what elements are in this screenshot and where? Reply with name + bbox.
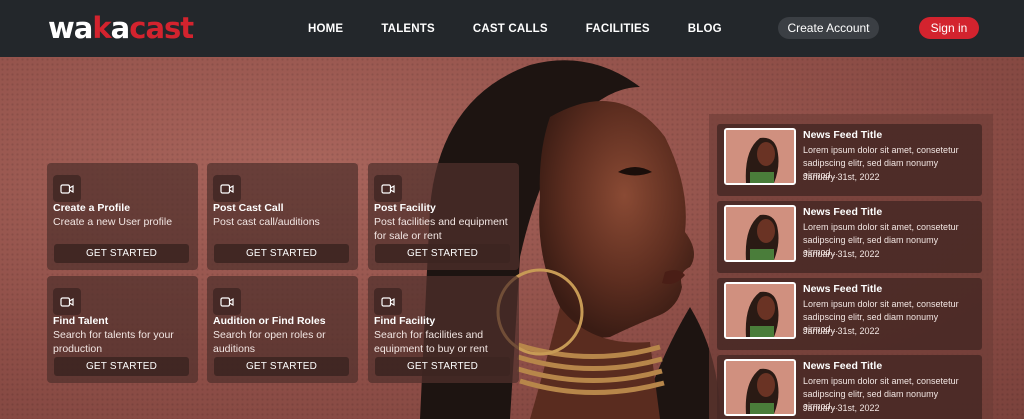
create-account-button[interactable]: Create Account — [778, 17, 879, 39]
news-thumbnail — [724, 205, 796, 262]
hero-section: Create a Profile Create a new User profi… — [0, 57, 1024, 419]
nav-link-cast-calls[interactable]: CAST CALLS — [473, 23, 548, 35]
get-started-button[interactable]: GET STARTED — [375, 244, 510, 263]
card-description: Create a new User profile — [53, 216, 173, 228]
card-audition-find-roles[interactable]: Audition or Find Roles Search for open r… — [207, 276, 358, 383]
card-description: Post cast call/auditions — [213, 216, 320, 228]
card-title: Post Cast Call — [213, 202, 284, 214]
nav-link-facilities[interactable]: FACILITIES — [586, 23, 650, 35]
nav-links: HOME TALENTS CAST CALLS FACILITIES BLOG — [308, 0, 760, 57]
video-icon — [374, 288, 402, 315]
news-date: January 31st, 2022 — [803, 172, 880, 182]
logo-text-accent-2: cast — [129, 11, 194, 45]
nav-link-talents[interactable]: TALENTS — [381, 23, 435, 35]
news-thumbnail — [724, 359, 796, 416]
news-thumbnail — [724, 282, 796, 339]
card-description: Search for open roles or auditions — [213, 329, 326, 355]
news-date: January 31st, 2022 — [803, 249, 880, 259]
news-item[interactable]: News Feed Title Lorem ipsum dolor sit am… — [717, 124, 982, 196]
news-item[interactable]: News Feed Title Lorem ipsum dolor sit am… — [717, 201, 982, 273]
logo-text-accent-1: k — [92, 11, 111, 45]
card-title: Find Talent — [53, 315, 109, 327]
card-title: Audition or Find Roles — [213, 315, 326, 327]
news-title: News Feed Title — [803, 206, 883, 218]
card-title: Create a Profile — [53, 202, 131, 214]
news-date: January 31st, 2022 — [803, 403, 880, 413]
video-icon — [213, 288, 241, 315]
sign-in-button[interactable]: Sign in — [919, 17, 979, 39]
news-item[interactable]: News Feed Title Lorem ipsum dolor sit am… — [717, 278, 982, 350]
get-started-button[interactable]: GET STARTED — [214, 244, 349, 263]
video-icon — [374, 175, 402, 202]
get-started-button[interactable]: GET STARTED — [214, 357, 349, 376]
news-thumbnail — [724, 128, 796, 185]
top-navbar: wa k a cast HOME TALENTS CAST CALLS FACILIT… — [0, 0, 1024, 57]
video-icon — [53, 288, 81, 315]
logo-text-2: a — [110, 11, 131, 45]
card-description: Search for facilities and equipment to b… — [374, 329, 488, 355]
news-item[interactable]: News Feed Title Lorem ipsum dolor sit am… — [717, 355, 982, 419]
news-feed-panel: News Feed Title Lorem ipsum dolor sit am… — [709, 114, 993, 419]
card-post-cast-call[interactable]: Post Cast Call Post cast call/auditions … — [207, 163, 358, 270]
get-started-button[interactable]: GET STARTED — [375, 357, 510, 376]
nav-link-home[interactable]: HOME — [308, 23, 343, 35]
logo-text-1: wa — [48, 11, 93, 45]
news-title: News Feed Title — [803, 129, 883, 141]
video-icon — [213, 175, 241, 202]
card-find-talent[interactable]: Find Talent Search for talents for your … — [47, 276, 198, 383]
card-find-facility[interactable]: Find Facility Search for facilities and … — [368, 276, 519, 383]
card-create-profile[interactable]: Create a Profile Create a new User profi… — [47, 163, 198, 270]
nav-link-blog[interactable]: BLOG — [688, 23, 722, 35]
get-started-button[interactable]: GET STARTED — [54, 244, 189, 263]
card-title: Post Facility — [374, 202, 436, 214]
video-icon — [53, 175, 81, 202]
card-title: Find Facility — [374, 315, 436, 327]
card-description: Search for talents for your production — [53, 329, 174, 355]
wakacast-logo[interactable]: wa k a cast — [48, 10, 194, 46]
get-started-button[interactable]: GET STARTED — [54, 357, 189, 376]
news-date: January 31st, 2022 — [803, 326, 880, 336]
news-title: News Feed Title — [803, 360, 883, 372]
news-title: News Feed Title — [803, 283, 883, 295]
card-post-facility[interactable]: Post Facility Post facilities and equipm… — [368, 163, 519, 270]
card-description: Post facilities and equipment for sale o… — [374, 216, 508, 242]
